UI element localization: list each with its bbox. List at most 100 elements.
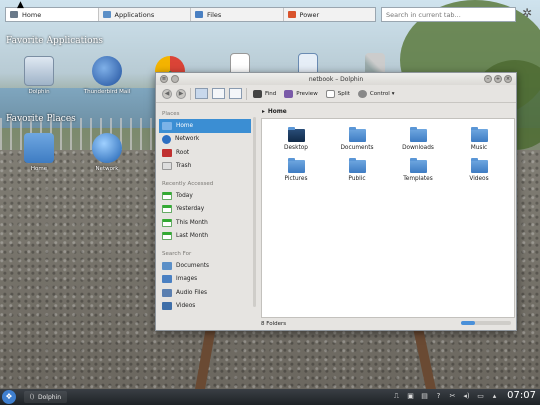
sidebar-item-last-month[interactable]: Last Month xyxy=(159,230,251,244)
desktop-app-thunderbird[interactable]: Thunderbird Mail xyxy=(78,56,136,95)
file-item-documents[interactable]: Documents xyxy=(330,127,384,151)
file-item-music[interactable]: Music xyxy=(452,127,506,151)
split-button[interactable]: Split xyxy=(324,88,352,100)
window-titlebar[interactable]: ≡ netbook – Dolphin – + × xyxy=(156,73,516,85)
network-manager-icon[interactable]: ⎍ xyxy=(391,391,402,402)
home-folder-icon xyxy=(24,133,54,163)
breadcrumb-home[interactable]: Home xyxy=(268,109,287,115)
mouse-cursor-icon: ▲ xyxy=(17,0,24,10)
minimize-icon[interactable]: – xyxy=(484,75,492,83)
gear-icon[interactable]: ✲ xyxy=(520,6,534,20)
back-arrow-icon[interactable]: ◀ xyxy=(162,88,172,99)
file-item-label: Downloads xyxy=(402,145,434,151)
tab-power[interactable]: Power xyxy=(284,8,376,21)
forward-arrow-icon[interactable]: ▶ xyxy=(176,88,186,99)
folder-icon xyxy=(409,127,427,142)
system-tray: ⎍ ▣ ▤ ? ✂ ◂) ▭ ▴ xyxy=(391,391,500,402)
sidebar-item-root[interactable]: Root xyxy=(159,146,251,160)
tab-applications[interactable]: Applications xyxy=(99,8,191,21)
file-item-pictures[interactable]: Pictures xyxy=(269,158,323,182)
maximize-icon[interactable]: + xyxy=(494,75,502,83)
folder-icon xyxy=(287,158,305,173)
videos-icon xyxy=(162,302,172,311)
sidebar-item-this-month[interactable]: This Month xyxy=(159,216,251,230)
places-scrollbar[interactable] xyxy=(252,107,257,325)
dolphin-task-icon: ⟮⟯ xyxy=(30,393,34,400)
root-folder-icon xyxy=(162,148,172,157)
desktop-place-network[interactable]: Network xyxy=(78,133,136,172)
zoom-slider[interactable] xyxy=(461,321,511,325)
file-item-videos[interactable]: Videos xyxy=(452,158,506,182)
launcher-search-input[interactable] xyxy=(381,7,516,22)
file-item-public[interactable]: Public xyxy=(330,158,384,182)
desktop-app-dolphin[interactable]: Dolphin xyxy=(10,56,68,95)
status-text: 8 Folders xyxy=(261,320,287,327)
sidebar-item-home[interactable]: Home xyxy=(159,119,251,133)
window-title: netbook – Dolphin xyxy=(308,75,364,83)
sidebar-item-today[interactable]: Today xyxy=(159,189,251,203)
chevron-right-icon: ▸ xyxy=(262,108,265,115)
find-button[interactable]: Find xyxy=(251,88,278,100)
files-icon xyxy=(195,11,203,18)
preview-button[interactable]: Preview xyxy=(282,88,319,100)
dolphin-window: ≡ netbook – Dolphin – + × ◀ ▶ Find Previ… xyxy=(155,72,517,331)
find-label: Find xyxy=(265,90,277,97)
toolbar: ◀ ▶ Find Preview Split Control ▾ xyxy=(156,85,516,103)
audio-icon xyxy=(162,288,172,297)
sidebar-item-label: Videos xyxy=(176,303,196,310)
file-item-templates[interactable]: Templates xyxy=(391,158,445,182)
sidebar-item-label: Root xyxy=(176,149,190,156)
control-label: Control xyxy=(369,90,390,97)
close-icon[interactable]: × xyxy=(504,75,512,83)
sidebar-item-videos[interactable]: Videos xyxy=(159,300,251,314)
sidebar-item-images[interactable]: Images xyxy=(159,273,251,287)
sidebar-item-trash[interactable]: Trash xyxy=(159,160,251,174)
sidebar-item-label: Images xyxy=(176,276,198,283)
tab-label: Files xyxy=(207,10,222,19)
control-button[interactable]: Control ▾ xyxy=(356,88,397,100)
folder-icon xyxy=(409,158,427,173)
clock[interactable]: 07:07 xyxy=(507,390,536,401)
sidebar-item-label: Trash xyxy=(176,163,192,170)
tab-files[interactable]: Files xyxy=(191,8,284,21)
file-grid[interactable]: Desktop Documents Downloads Music Pictur… xyxy=(261,118,515,318)
sidebar-item-network[interactable]: Network xyxy=(159,133,251,147)
window-menu-icon[interactable]: ≡ xyxy=(160,75,168,83)
file-item-downloads[interactable]: Downloads xyxy=(391,127,445,151)
calendar-icon xyxy=(162,205,172,214)
pin-icon[interactable] xyxy=(171,75,179,83)
binoculars-icon xyxy=(253,89,262,98)
tray-expand-icon[interactable]: ▴ xyxy=(489,391,500,402)
device-notifier-icon[interactable]: ▭ xyxy=(475,391,486,402)
icons-view-button[interactable] xyxy=(195,88,208,99)
trash-icon xyxy=(162,162,172,171)
details-view-button[interactable] xyxy=(212,88,225,99)
breadcrumb[interactable]: ▸ Home xyxy=(259,106,515,117)
bottom-panel: ❖ ⟮⟯ Dolphin ⎍ ▣ ▤ ? ✂ ◂) ▭ ▴ 07:07 xyxy=(0,389,540,405)
power-icon xyxy=(287,11,296,18)
volume-icon[interactable]: ◂) xyxy=(461,391,472,402)
places-panel: Places Home Network Root Trash Recently … xyxy=(159,106,251,328)
klipper-scissors-icon[interactable]: ✂ xyxy=(447,391,458,402)
favorite-applications-title: Favorite Applications xyxy=(6,36,104,46)
file-view: ▸ Home Desktop Documents Downloads Music xyxy=(259,106,515,328)
columns-view-button[interactable] xyxy=(229,88,242,99)
folder-icon xyxy=(470,158,488,173)
help-icon[interactable]: ? xyxy=(433,391,444,402)
desktop-place-home[interactable]: Home xyxy=(10,133,68,172)
file-item-desktop[interactable]: Desktop xyxy=(269,127,323,151)
file-item-label: Music xyxy=(470,145,488,151)
scrollbar-thumb[interactable] xyxy=(253,117,256,307)
file-item-label: Public xyxy=(348,176,366,182)
sidebar-item-audio-files[interactable]: Audio Files xyxy=(159,286,251,300)
taskbar-item-dolphin[interactable]: ⟮⟯ Dolphin xyxy=(24,391,68,403)
sidebar-item-label: Audio Files xyxy=(176,289,208,296)
zoom-slider-handle[interactable] xyxy=(461,321,475,325)
sidebar-item-yesterday[interactable]: Yesterday xyxy=(159,203,251,217)
clipboard-icon[interactable]: ▣ xyxy=(405,391,416,402)
sidebar-item-documents[interactable]: Documents xyxy=(159,259,251,273)
desktop-place-label: Home xyxy=(30,166,48,172)
sidebar-item-label: Last Month xyxy=(176,233,209,240)
printer-icon[interactable]: ▤ xyxy=(419,391,430,402)
kde-menu-icon[interactable]: ❖ xyxy=(2,390,16,404)
